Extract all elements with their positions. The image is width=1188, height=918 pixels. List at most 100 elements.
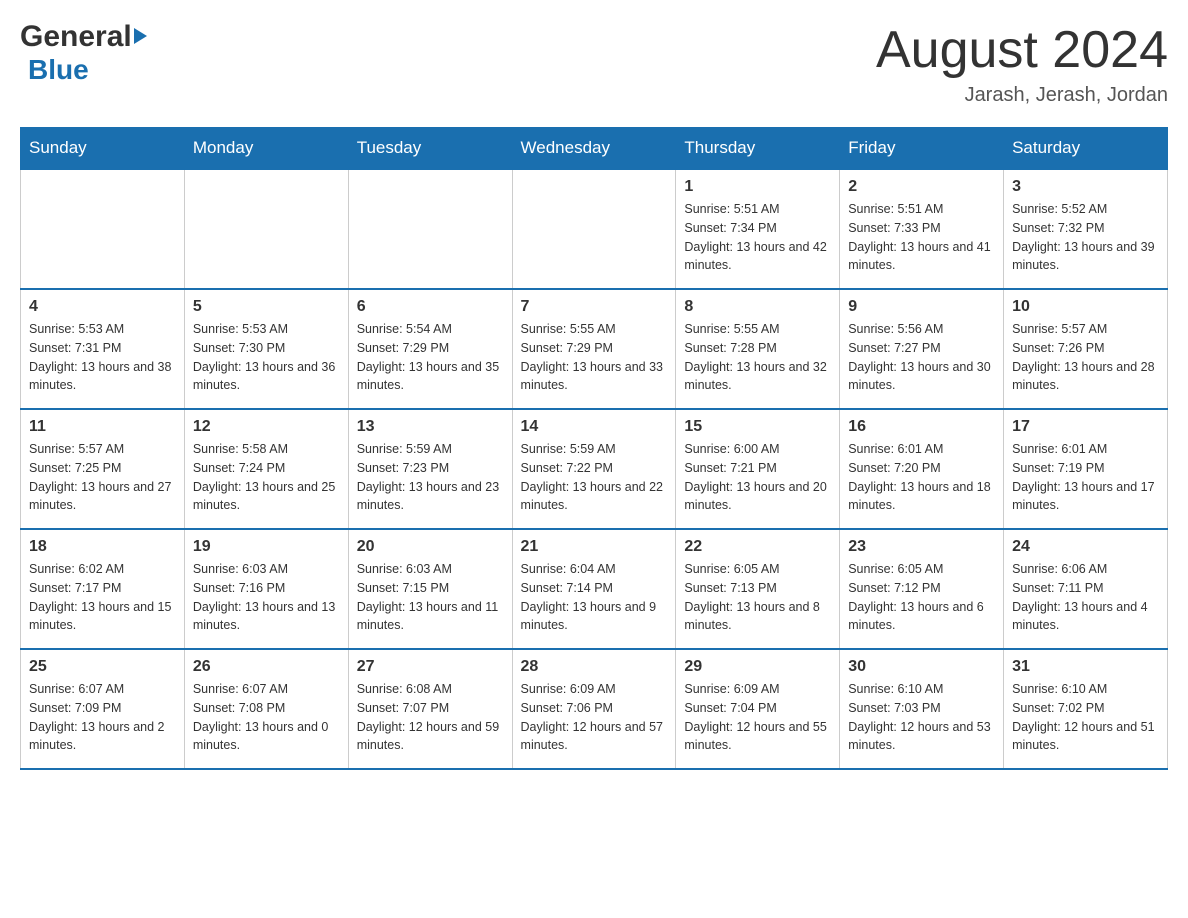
calendar-cell: 11 Sunrise: 5:57 AMSunset: 7:25 PMDayligh… xyxy=(21,409,185,529)
day-info: Sunrise: 6:07 AMSunset: 7:08 PMDaylight:… xyxy=(193,680,340,755)
day-info: Sunrise: 5:58 AMSunset: 7:24 PMDaylight:… xyxy=(193,440,340,515)
day-number: 2 xyxy=(848,178,995,196)
calendar-cell: 9Sunrise: 5:56 AMSunset: 7:27 PMDaylight… xyxy=(840,289,1004,409)
day-info: Sunrise: 6:01 AMSunset: 7:20 PMDaylight:… xyxy=(848,440,995,515)
day-info: Sunrise: 5:53 AMSunset: 7:30 PMDaylight:… xyxy=(193,320,340,395)
day-number: 30 xyxy=(848,658,995,676)
calendar-cell xyxy=(21,169,185,289)
calendar-cell: 27 Sunrise: 6:08 AMSunset: 7:07 PMDayligh… xyxy=(348,649,512,769)
calendar-cell: 18 Sunrise: 6:02 AMSunset: 7:17 PMDayligh… xyxy=(21,529,185,649)
title-area: August 2024 Jarash, Jerash, Jordan xyxy=(876,20,1168,107)
calendar-week-row: 11 Sunrise: 5:57 AMSunset: 7:25 PMDayligh… xyxy=(21,409,1168,529)
day-number: 20 xyxy=(357,538,504,556)
day-info: Sunrise: 6:02 AMSunset: 7:17 PMDaylight:… xyxy=(29,560,176,635)
day-info: Sunrise: 6:05 AMSunset: 7:13 PMDaylight:… xyxy=(684,560,831,635)
day-info: Sunrise: 6:01 AMSunset: 7:19 PMDaylight:… xyxy=(1012,440,1159,515)
day-info: Sunrise: 5:51 AMSunset: 7:34 PMDaylight:… xyxy=(684,200,831,275)
day-number: 13 xyxy=(357,418,504,436)
calendar-cell: 6 Sunrise: 5:54 AMSunset: 7:29 PMDaylight… xyxy=(348,289,512,409)
day-of-week-header: Sunday xyxy=(21,128,185,170)
calendar-cell: 21 Sunrise: 6:04 AMSunset: 7:14 PMDayligh… xyxy=(512,529,676,649)
location-subtitle: Jarash, Jerash, Jordan xyxy=(876,84,1168,107)
calendar-cell: 8Sunrise: 5:55 AMSunset: 7:28 PMDaylight… xyxy=(676,289,840,409)
day-number: 8 xyxy=(684,298,831,316)
day-info: Sunrise: 6:03 AMSunset: 7:16 PMDaylight:… xyxy=(193,560,340,635)
day-info: Sunrise: 6:05 AMSunset: 7:12 PMDaylight:… xyxy=(848,560,995,635)
day-number: 25 xyxy=(29,658,176,676)
calendar-cell: 20 Sunrise: 6:03 AMSunset: 7:15 PMDayligh… xyxy=(348,529,512,649)
day-info: Sunrise: 6:04 AMSunset: 7:14 PMDaylight:… xyxy=(521,560,668,635)
day-info: Sunrise: 6:10 AMSunset: 7:03 PMDaylight:… xyxy=(848,680,995,755)
day-number: 16 xyxy=(848,418,995,436)
calendar-cell xyxy=(512,169,676,289)
calendar-cell: 15 Sunrise: 6:00 AMSunset: 7:21 PMDayligh… xyxy=(676,409,840,529)
logo-general-text: General xyxy=(20,20,132,54)
day-number: 22 xyxy=(684,538,831,556)
logo-blue-text: Blue xyxy=(28,54,89,85)
day-number: 27 xyxy=(357,658,504,676)
calendar-cell: 29 Sunrise: 6:09 AMSunset: 7:04 PMDayligh… xyxy=(676,649,840,769)
day-number: 29 xyxy=(684,658,831,676)
day-info: Sunrise: 5:52 AMSunset: 7:32 PMDaylight:… xyxy=(1012,200,1159,275)
day-of-week-header: Saturday xyxy=(1004,128,1168,170)
day-number: 21 xyxy=(521,538,668,556)
calendar-cell: 28 Sunrise: 6:09 AMSunset: 7:06 PMDayligh… xyxy=(512,649,676,769)
calendar-header-row: SundayMondayTuesdayWednesdayThursdayFrid… xyxy=(21,128,1168,170)
calendar-table: SundayMondayTuesdayWednesdayThursdayFrid… xyxy=(20,127,1168,770)
calendar-cell: 12Sunrise: 5:58 AMSunset: 7:24 PMDayligh… xyxy=(184,409,348,529)
day-info: Sunrise: 5:54 AMSunset: 7:29 PMDaylight:… xyxy=(357,320,504,395)
day-number: 17 xyxy=(1012,418,1159,436)
day-number: 7 xyxy=(521,298,668,316)
calendar-cell: 22 Sunrise: 6:05 AMSunset: 7:13 PMDayligh… xyxy=(676,529,840,649)
day-number: 24 xyxy=(1012,538,1159,556)
calendar-cell: 3 Sunrise: 5:52 AMSunset: 7:32 PMDaylight… xyxy=(1004,169,1168,289)
day-number: 10 xyxy=(1012,298,1159,316)
day-info: Sunrise: 6:09 AMSunset: 7:06 PMDaylight:… xyxy=(521,680,668,755)
day-number: 14 xyxy=(521,418,668,436)
calendar-cell: 17 Sunrise: 6:01 AMSunset: 7:19 PMDayligh… xyxy=(1004,409,1168,529)
day-number: 3 xyxy=(1012,178,1159,196)
day-number: 18 xyxy=(29,538,176,556)
day-info: Sunrise: 5:57 AMSunset: 7:25 PMDaylight:… xyxy=(29,440,176,515)
day-info: Sunrise: 5:53 AMSunset: 7:31 PMDaylight:… xyxy=(29,320,176,395)
day-info: Sunrise: 6:09 AMSunset: 7:04 PMDaylight:… xyxy=(684,680,831,755)
calendar-cell: 5Sunrise: 5:53 AMSunset: 7:30 PMDaylight… xyxy=(184,289,348,409)
calendar-cell xyxy=(184,169,348,289)
day-of-week-header: Tuesday xyxy=(348,128,512,170)
day-info: Sunrise: 5:56 AMSunset: 7:27 PMDaylight:… xyxy=(848,320,995,395)
day-of-week-header: Thursday xyxy=(676,128,840,170)
day-info: Sunrise: 5:57 AMSunset: 7:26 PMDaylight:… xyxy=(1012,320,1159,395)
day-number: 28 xyxy=(521,658,668,676)
calendar-cell: 26 Sunrise: 6:07 AMSunset: 7:08 PMDayligh… xyxy=(184,649,348,769)
logo-arrow-icon xyxy=(134,28,147,44)
day-info: Sunrise: 6:03 AMSunset: 7:15 PMDaylight:… xyxy=(357,560,504,635)
page-header: General Blue August 2024 Jarash, Jerash,… xyxy=(20,20,1168,107)
calendar-cell: 13 Sunrise: 5:59 AMSunset: 7:23 PMDayligh… xyxy=(348,409,512,529)
day-number: 11 xyxy=(29,418,176,436)
day-info: Sunrise: 6:00 AMSunset: 7:21 PMDaylight:… xyxy=(684,440,831,515)
day-info: Sunrise: 6:10 AMSunset: 7:02 PMDaylight:… xyxy=(1012,680,1159,755)
day-number: 31 xyxy=(1012,658,1159,676)
logo: General Blue xyxy=(20,20,147,86)
day-info: Sunrise: 5:59 AMSunset: 7:22 PMDaylight:… xyxy=(521,440,668,515)
calendar-week-row: 1Sunrise: 5:51 AMSunset: 7:34 PMDaylight… xyxy=(21,169,1168,289)
calendar-cell xyxy=(348,169,512,289)
calendar-cell: 2Sunrise: 5:51 AMSunset: 7:33 PMDaylight… xyxy=(840,169,1004,289)
calendar-week-row: 18 Sunrise: 6:02 AMSunset: 7:17 PMDayligh… xyxy=(21,529,1168,649)
day-number: 15 xyxy=(684,418,831,436)
day-number: 19 xyxy=(193,538,340,556)
calendar-cell: 24Sunrise: 6:06 AMSunset: 7:11 PMDayligh… xyxy=(1004,529,1168,649)
calendar-cell: 1Sunrise: 5:51 AMSunset: 7:34 PMDaylight… xyxy=(676,169,840,289)
month-title: August 2024 xyxy=(876,20,1168,80)
day-number: 23 xyxy=(848,538,995,556)
calendar-cell: 31 Sunrise: 6:10 AMSunset: 7:02 PMDayligh… xyxy=(1004,649,1168,769)
calendar-cell: 7Sunrise: 5:55 AMSunset: 7:29 PMDaylight… xyxy=(512,289,676,409)
day-of-week-header: Wednesday xyxy=(512,128,676,170)
calendar-week-row: 25 Sunrise: 6:07 AMSunset: 7:09 PMDayligh… xyxy=(21,649,1168,769)
day-of-week-header: Friday xyxy=(840,128,1004,170)
day-number: 26 xyxy=(193,658,340,676)
day-info: Sunrise: 6:07 AMSunset: 7:09 PMDaylight:… xyxy=(29,680,176,755)
day-info: Sunrise: 5:59 AMSunset: 7:23 PMDaylight:… xyxy=(357,440,504,515)
day-info: Sunrise: 6:08 AMSunset: 7:07 PMDaylight:… xyxy=(357,680,504,755)
day-number: 6 xyxy=(357,298,504,316)
